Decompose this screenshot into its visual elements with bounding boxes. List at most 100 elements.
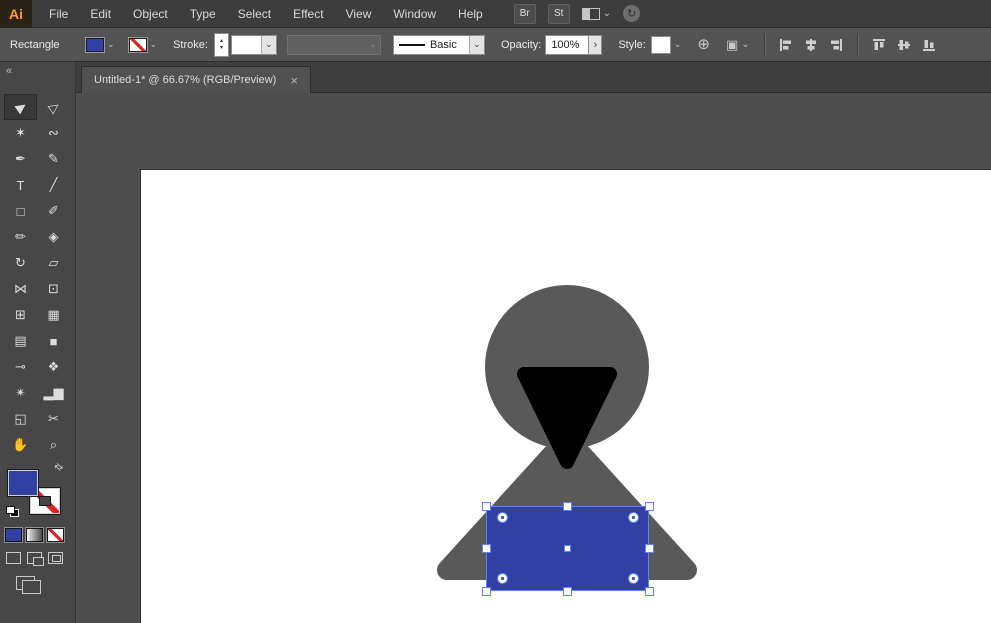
canvas[interactable] <box>76 93 991 623</box>
illustrator-window: Ai FileEditObjectTypeSelectEffectViewWin… <box>0 0 991 623</box>
tool-type[interactable]: T <box>4 172 37 198</box>
close-icon[interactable]: × <box>290 74 298 87</box>
align-vertical-center-icon[interactable] <box>897 38 911 52</box>
draw-normal-button[interactable] <box>6 552 21 564</box>
blend-icon: ❖ <box>48 359 60 375</box>
tool-grid: ▶▷✶ ∾ ✒✎T╱□✐✏◈↻▱⋈⊡ ⊞ ▦▤■⊸ ❖ ✴▂▆◱✂ ✋ ⌕ <box>4 94 70 458</box>
swap-fill-stroke-icon[interactable]: ⇄ <box>51 461 65 475</box>
selection-handle[interactable] <box>645 544 654 553</box>
stroke-weight-stepper[interactable]: ▴ ▾ <box>214 33 229 57</box>
stroke-weight-combo[interactable]: ⌄ <box>231 35 277 55</box>
live-corner-widget[interactable] <box>497 573 508 584</box>
stock-button[interactable]: St <box>548 4 570 24</box>
collapse-panel-icon[interactable]: « <box>6 65 12 77</box>
tool-gradient[interactable]: ■ <box>37 328 70 354</box>
tool-pen[interactable]: ✒ <box>4 146 37 172</box>
tool-shape-builder[interactable]: ⊞ <box>4 302 37 328</box>
tool-magic-wand[interactable]: ✶ <box>4 120 37 146</box>
color-button[interactable] <box>5 528 22 542</box>
stroke-label: Stroke: <box>173 39 208 51</box>
opacity-popout-button[interactable]: › <box>589 35 602 55</box>
tool-scale[interactable]: ▱ <box>37 250 70 276</box>
menu-edit[interactable]: Edit <box>79 0 122 28</box>
tool-width[interactable]: ⋈ <box>4 276 37 302</box>
arrange-documents-button[interactable]: ⌄ <box>582 8 611 20</box>
opacity-field[interactable]: 100% <box>545 35 589 55</box>
fill-color-dropdown[interactable]: ⌄ <box>86 38 115 52</box>
tool-perspective-grid[interactable]: ▦ <box>37 302 70 328</box>
align-horizontal-left-icon[interactable] <box>779 38 793 52</box>
tool-rectangle[interactable]: □ <box>4 198 37 224</box>
selection-handle[interactable] <box>645 587 654 596</box>
tool-curvature[interactable]: ✎ <box>37 146 70 172</box>
lasso-icon: ∾ <box>48 125 59 141</box>
variable-width-profile-combo: ⌄ <box>287 35 381 55</box>
menu-help[interactable]: Help <box>447 0 494 28</box>
globe-icon[interactable]: ⊕ <box>697 37 710 52</box>
stepper-up-icon[interactable]: ▴ <box>220 38 223 45</box>
gradient-button[interactable] <box>26 528 43 542</box>
tool-lasso[interactable]: ∾ <box>37 120 70 146</box>
chevron-down-icon[interactable]: ⌄ <box>261 36 276 54</box>
fill-swatch[interactable] <box>8 470 38 496</box>
tool-blend[interactable]: ❖ <box>37 354 70 380</box>
chevron-down-icon[interactable]: ⌄ <box>469 36 484 54</box>
selection-handle[interactable] <box>482 587 491 596</box>
live-corner-widget[interactable] <box>628 573 639 584</box>
tool-free-transform[interactable]: ⊡ <box>37 276 70 302</box>
change-screen-mode-button[interactable] <box>16 576 40 592</box>
live-corner-widget[interactable] <box>628 512 639 523</box>
draw-behind-button[interactable] <box>27 552 42 564</box>
menu-select[interactable]: Select <box>227 0 282 28</box>
stroke-color-dropdown[interactable]: ⌄ <box>129 38 158 52</box>
align-vertical-top-icon[interactable] <box>872 38 886 52</box>
tool-line-segment[interactable]: ╱ <box>37 172 70 198</box>
stepper-down-icon[interactable]: ▾ <box>220 45 223 52</box>
selection-handle[interactable] <box>482 502 491 511</box>
tool-column-graph[interactable]: ▂▆ <box>37 380 70 406</box>
tool-hand[interactable]: ✋ <box>4 432 37 458</box>
align-horizontal-center-icon[interactable] <box>804 38 818 52</box>
document-setup-button[interactable]: ▣ ⌄ <box>726 37 750 53</box>
align-horizontal-right-icon[interactable] <box>829 38 843 52</box>
menu-view[interactable]: View <box>335 0 383 28</box>
shape-builder-icon: ⊞ <box>15 307 26 323</box>
menu-window[interactable]: Window <box>382 0 447 28</box>
sync-icon[interactable]: ↻ <box>623 5 640 22</box>
menu-object[interactable]: Object <box>122 0 179 28</box>
selection-center-point[interactable] <box>564 545 571 552</box>
tool-selection[interactable]: ▶ <box>4 94 37 120</box>
none-button[interactable] <box>47 528 64 542</box>
selection-handle[interactable] <box>645 502 654 511</box>
selection-handle[interactable] <box>563 587 572 596</box>
tool-zoom[interactable]: ⌕ <box>37 432 70 458</box>
brush-definition-combo[interactable]: Basic ⌄ <box>393 35 485 55</box>
tool-slice[interactable]: ✂ <box>37 406 70 432</box>
tool-direct-selection[interactable]: ▷ <box>37 94 70 120</box>
tool-rotate[interactable]: ↻ <box>4 250 37 276</box>
menu-type[interactable]: Type <box>179 0 227 28</box>
selection-handle[interactable] <box>563 502 572 511</box>
bridge-button[interactable]: Br <box>514 4 536 24</box>
document-tab[interactable]: Untitled-1* @ 66.67% (RGB/Preview) × <box>81 66 311 93</box>
main-menu: FileEditObjectTypeSelectEffectViewWindow… <box>38 0 494 28</box>
tool-eraser[interactable]: ◈ <box>37 224 70 250</box>
document-tab-bar: Untitled-1* @ 66.67% (RGB/Preview) × <box>76 62 991 93</box>
draw-inside-button[interactable] <box>48 552 63 564</box>
tool-shaper[interactable]: ✏ <box>4 224 37 250</box>
tool-paintbrush[interactable]: ✐ <box>37 198 70 224</box>
graphic-style-dropdown[interactable]: ⌄ <box>646 36 682 54</box>
live-corner-widget[interactable] <box>497 512 508 523</box>
tool-artboard[interactable]: ◱ <box>4 406 37 432</box>
menu-effect[interactable]: Effect <box>282 0 334 28</box>
tool-eyedropper[interactable]: ⊸ <box>4 354 37 380</box>
align-vertical-bottom-icon[interactable] <box>922 38 936 52</box>
tool-mesh[interactable]: ▤ <box>4 328 37 354</box>
default-fill-stroke-icon[interactable] <box>6 506 18 516</box>
menu-file[interactable]: File <box>38 0 79 28</box>
tool-symbol-sprayer[interactable]: ✴ <box>4 380 37 406</box>
selection-handle[interactable] <box>482 544 491 553</box>
page-icon: ▣ <box>726 37 738 53</box>
style-label: Style: <box>618 39 646 51</box>
hand-icon: ✋ <box>12 437 28 453</box>
